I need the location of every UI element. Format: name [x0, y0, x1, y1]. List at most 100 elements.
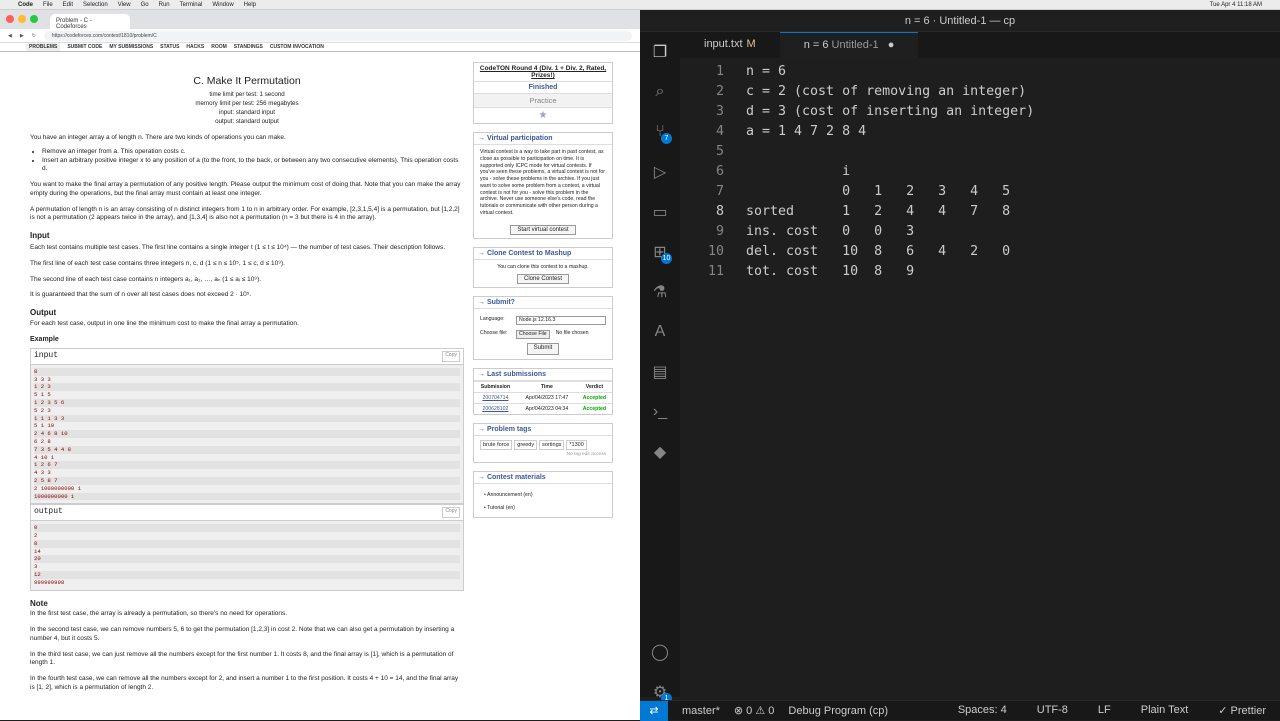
cf-problem-nav: PROBLEMS SUBMIT CODE MY SUBMISSIONS STAT… — [0, 43, 640, 52]
eol[interactable]: LF — [1098, 704, 1111, 717]
operations-list: Remove an integer from a. This operation… — [42, 148, 464, 174]
language-select[interactable]: Node.js 12.16.3 — [516, 316, 606, 325]
col-verdict: Verdict — [576, 380, 612, 393]
choose-file-button[interactable]: Choose File — [516, 330, 550, 339]
code-line[interactable]: 4 a = 1 4 7 2 8 4 — [680, 122, 1280, 142]
notebook-icon[interactable]: ▤ — [640, 352, 680, 392]
nav-custom[interactable]: CUSTOM INVOCATION — [270, 44, 324, 50]
debug-config[interactable]: Debug Program (cp) — [788, 705, 888, 717]
indentation[interactable]: Spaces: 4 — [958, 704, 1007, 717]
menu-view[interactable]: View — [118, 2, 131, 8]
clone-contest-button[interactable]: Clone Contest — [516, 274, 570, 285]
nav-room[interactable]: ROOM — [211, 44, 227, 50]
menu-window[interactable]: Window — [212, 2, 233, 8]
practice-link[interactable]: Practice — [474, 93, 612, 107]
example-line: 6 2 8 — [34, 438, 51, 446]
code-line[interactable]: 6 i — [680, 162, 1280, 182]
submit-button[interactable]: Submit — [526, 342, 560, 355]
nav-standings[interactable]: STANDINGS — [234, 44, 263, 50]
line-text: a = 1 4 7 2 8 4 — [746, 124, 867, 139]
nav-my-submissions[interactable]: MY SUBMISSIONS — [109, 44, 153, 50]
line-text: c = 2 (cost of removing an integer) — [746, 84, 1027, 99]
reload-icon[interactable]: ↻ — [32, 33, 36, 39]
code-line[interactable]: 5 — [680, 142, 1280, 162]
menu-go[interactable]: Go — [141, 2, 149, 8]
example-line: 0 — [34, 524, 460, 533]
code-line[interactable]: 8 sorted 1 2 4 4 7 8 — [680, 202, 1280, 222]
menu-file[interactable]: File — [43, 2, 53, 8]
remote-explorer-icon[interactable]: ▭ — [640, 192, 680, 232]
nav-hacks[interactable]: HACKS — [186, 44, 204, 50]
azure-icon[interactable]: A — [640, 312, 680, 352]
submission-id[interactable]: 200704714 — [474, 391, 517, 404]
copy-button[interactable]: Copy — [442, 351, 460, 362]
editor[interactable]: 1 n = 6 2 c = 2 (cost of removing an intege… — [680, 62, 1280, 282]
menu-help[interactable]: Help — [244, 2, 256, 8]
nav-submit[interactable]: SUBMIT CODE — [67, 44, 102, 50]
star-icon[interactable]: ★ — [474, 107, 612, 123]
operation-remove: Remove an integer from a. This operation… — [42, 148, 464, 157]
menu-selection[interactable]: Selection — [83, 2, 108, 8]
nav-problems[interactable]: PROBLEMS — [26, 43, 61, 51]
example-input: input Copy 83 3 31 2 35 1 51 2 3 5 65 2 3… — [30, 348, 464, 505]
contest-name[interactable]: CodeTON Round 4 (Div. 1 + Div. 2, Rated,… — [474, 63, 612, 81]
contest-finished: Finished — [474, 81, 612, 93]
forward-icon[interactable]: ▶ — [20, 33, 24, 39]
code-line[interactable]: 3 d = 3 (cost of inserting an integer) — [680, 102, 1280, 122]
back-icon[interactable]: ◀ — [8, 33, 12, 39]
submission-id[interactable]: 200628102 — [474, 402, 517, 414]
code-line[interactable]: 9 ins. cost 0 0 3 — [680, 222, 1280, 242]
remote-icon[interactable]: ⇄ — [640, 700, 668, 721]
code-line[interactable]: 7 0 1 2 3 4 5 — [680, 182, 1280, 202]
code-line[interactable]: 10 del. cost 10 8 6 4 2 0 — [680, 242, 1280, 262]
line-number: 5 — [715, 144, 724, 159]
encoding[interactable]: UTF-8 — [1037, 704, 1068, 717]
tags-box: → Problem tags brute force greedy sortings… — [473, 422, 613, 463]
menu-edit[interactable]: Edit — [63, 2, 73, 8]
problems-count[interactable]: ⊗ 0 ⚠ 0 — [734, 704, 774, 717]
nav-status[interactable]: STATUS — [160, 44, 179, 50]
tag-difficulty[interactable]: *1300 — [566, 439, 587, 450]
note-p1: In the first test case, the array is alr… — [30, 610, 288, 618]
menu-terminal[interactable]: Terminal — [180, 2, 203, 8]
tab-untitled[interactable]: n = 6 Untitled-1 ● — [779, 32, 919, 58]
account-icon[interactable]: ◯ — [640, 632, 680, 672]
code-line[interactable]: 2 c = 2 (cost of removing an integer) — [680, 82, 1280, 102]
tag-brute-force[interactable]: brute force — [480, 439, 513, 450]
maximize-icon[interactable] — [30, 15, 38, 23]
app-name[interactable]: Code — [18, 2, 33, 8]
menu-run[interactable]: Run — [159, 2, 170, 8]
no-file-text: No file chosen — [555, 330, 589, 336]
tutorial-link[interactable]: • Tutorial (en) — [484, 505, 606, 512]
code-line[interactable]: 1 n = 6 — [680, 62, 1280, 82]
terminal-icon[interactable]: ›_ — [640, 392, 680, 432]
explorer-icon[interactable]: ❐ — [640, 32, 680, 72]
docker-icon[interactable]: ◆ — [640, 432, 680, 472]
example-line: 2 1000000000 1 — [34, 484, 81, 492]
start-virtual-button[interactable]: Start virtual contest — [510, 224, 576, 235]
code-line[interactable]: 11 tot. cost 10 8 9 — [680, 262, 1280, 282]
search-icon[interactable]: ⌕ — [640, 72, 680, 112]
testing-icon[interactable]: ⚗ — [640, 272, 680, 312]
run-debug-icon[interactable]: ▷ — [640, 152, 680, 192]
extensions-badge: 10 — [661, 253, 672, 264]
language-mode[interactable]: Plain Text — [1141, 704, 1189, 717]
clock[interactable]: Tue Apr 4 11:18 AM — [1210, 2, 1262, 8]
browser-tab[interactable]: Problem - C - Codeforces — [50, 14, 130, 30]
announcement-link[interactable]: • Announcement (en) — [484, 492, 606, 499]
tag-greedy[interactable]: greedy — [514, 439, 538, 450]
close-icon[interactable] — [6, 15, 14, 23]
minimize-icon[interactable] — [18, 15, 26, 23]
prettier[interactable]: ✓ Prettier — [1218, 704, 1266, 717]
time-limit: time limit per test: 1 second — [209, 91, 285, 99]
url-field[interactable]: https://codeforces.com/contest/1810/prob… — [43, 30, 632, 41]
submissions-table: Submission Time Verdict 200704714 Apr/04/20… — [474, 380, 612, 414]
example-output-body[interactable]: 0 2 8 14 20 3 12 999999998 — [31, 521, 463, 590]
tag-sortings[interactable]: sortings — [539, 439, 565, 450]
source-control-icon[interactable]: ⑂ 7 — [640, 112, 680, 152]
copy-button[interactable]: Copy — [442, 507, 460, 519]
branch[interactable]: master* — [682, 705, 720, 717]
tab-input-txt[interactable]: input.txt M — [680, 32, 780, 58]
example-input-body[interactable]: 83 3 31 2 35 1 51 2 3 5 65 2 31 1 1 3 35… — [31, 364, 463, 504]
extensions-icon[interactable]: ⊞ 10 — [640, 232, 680, 272]
